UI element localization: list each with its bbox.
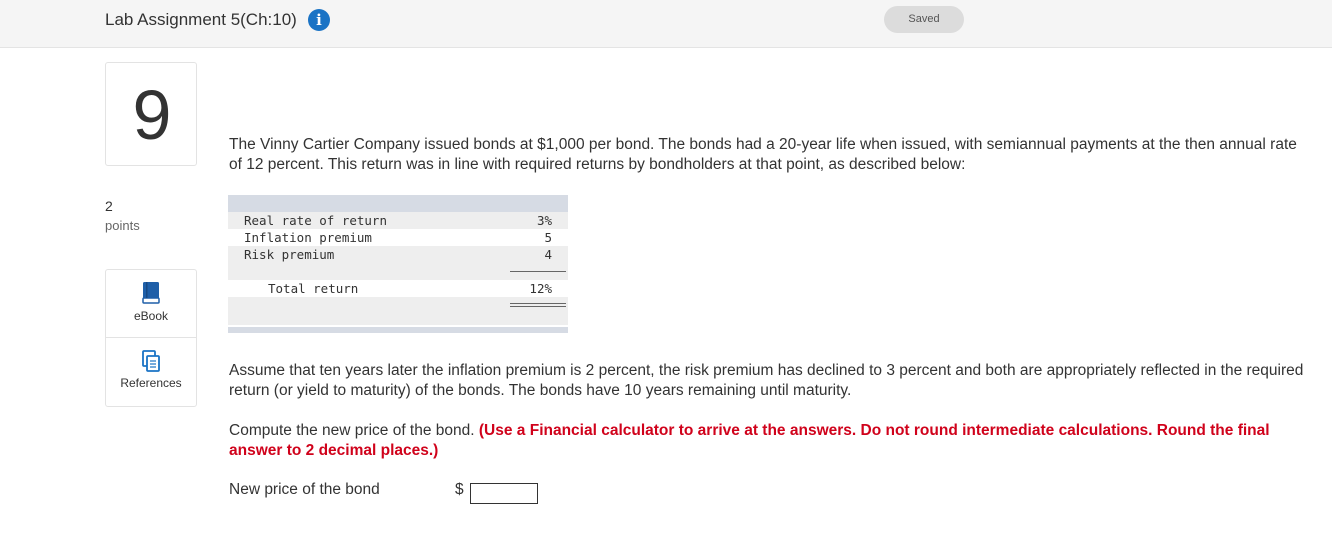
question-tools: eBook References: [105, 269, 197, 407]
points-value: 2: [105, 198, 113, 214]
table-row-label: Real rate of return: [244, 213, 387, 228]
total-return-value: 12%: [529, 281, 552, 296]
table-bottom-band: [228, 327, 568, 333]
question-instruction: Compute the new price of the bond. (Use …: [229, 421, 1309, 461]
answer-label: New price of the bond: [229, 481, 380, 498]
points-label: points: [105, 218, 140, 233]
table-row-value: 4: [544, 247, 552, 262]
question-number: 9: [132, 76, 172, 154]
references-button[interactable]: References: [106, 338, 196, 406]
table-row-value: 3%: [536, 213, 552, 228]
assignment-header: Lab Assignment 5(Ch:10) i Saved: [0, 0, 1332, 48]
question-intro-text: The Vinny Cartier Company issued bonds a…: [229, 136, 1297, 173]
copy-pages-icon: [142, 350, 160, 372]
table-row-label: Inflation premium: [244, 230, 372, 245]
info-icon[interactable]: i: [308, 9, 330, 31]
ebook-label: eBook: [133, 309, 169, 323]
instruction-text: Compute the new price of the bond.: [229, 422, 479, 439]
saved-status-badge: Saved: [884, 6, 964, 33]
question-scenario-text: Assume that ten years later the inflatio…: [229, 362, 1304, 399]
subtotal-rule: [510, 271, 566, 272]
ebook-button[interactable]: eBook: [106, 270, 196, 338]
assignment-title: Lab Assignment 5(Ch:10): [105, 10, 297, 29]
table-top-band: [228, 195, 568, 212]
references-label: References: [120, 376, 182, 390]
bond-price-input[interactable]: [470, 483, 538, 504]
total-return-label: Total return: [268, 281, 359, 296]
return-table: Real rate of return 3% Inflation premium…: [228, 195, 568, 334]
table-row-value: 5: [544, 230, 552, 245]
currency-symbol: $: [455, 481, 464, 498]
total-double-rule: [510, 306, 566, 307]
question-number-box: 9: [105, 62, 197, 166]
table-row-label: Risk premium: [244, 247, 335, 262]
book-icon: [142, 282, 160, 304]
table-row-band: [228, 297, 568, 325]
total-double-rule: [510, 303, 566, 304]
